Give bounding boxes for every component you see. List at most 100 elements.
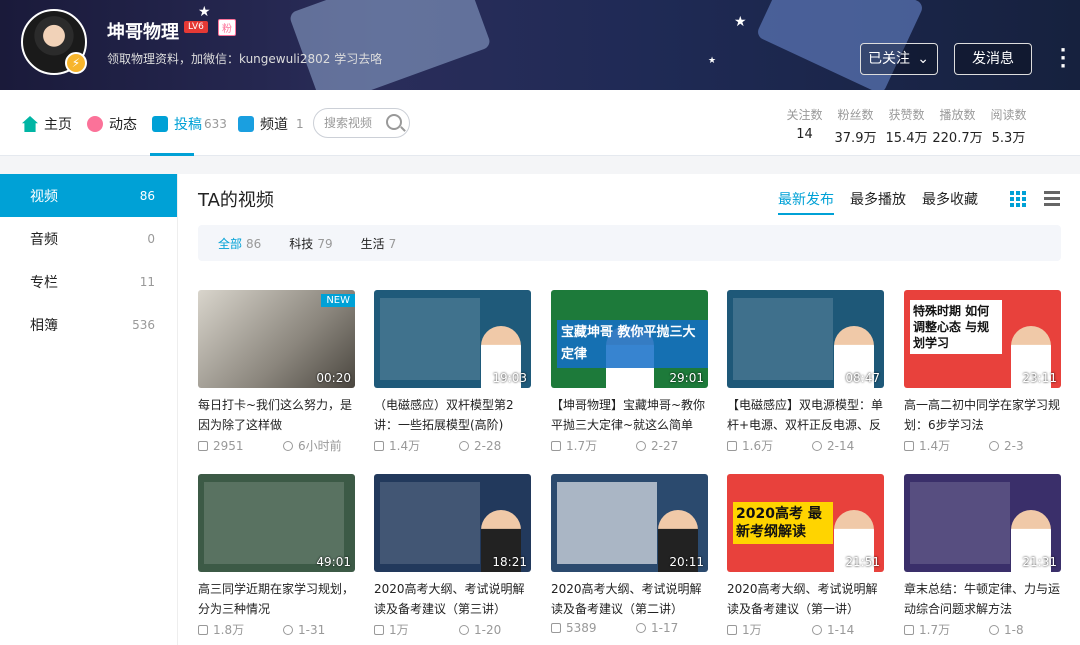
video-title[interactable]: （电磁感应）双杆模型第2讲：一些拓展模型(高阶) — [374, 395, 531, 435]
search-icon[interactable] — [386, 114, 402, 130]
video-card[interactable]: 19:03 （电磁感应）双杆模型第2讲：一些拓展模型(高阶) 1.4万 2-28 — [374, 290, 531, 454]
stat-label: 粉丝数 — [837, 108, 874, 122]
video-title[interactable]: 章末总结：牛顿定律、力与运动综合问题求解方法 — [904, 579, 1061, 619]
tab-home[interactable]: 主页 — [22, 114, 72, 134]
video-thumbnail[interactable]: 21:31 — [904, 474, 1061, 572]
clock-icon — [989, 624, 999, 635]
video-thumbnail[interactable]: 18:21 — [374, 474, 531, 572]
filter-tech[interactable]: 科技 79 — [289, 235, 332, 252]
list-view-icon[interactable] — [1044, 191, 1060, 207]
thumbnail-overlay-text: 2020高考 最新考纲解读 — [733, 502, 833, 544]
video-card[interactable]: 49:01 高三同学近期在家学习规划，分为三种情况 1.8万 1-31 — [198, 474, 355, 638]
more-menu-icon[interactable]: · · · — [1058, 42, 1068, 76]
play-count: 5389 — [566, 621, 597, 635]
filter-label: 生活 — [360, 236, 385, 251]
filter-all[interactable]: 全部 86 — [218, 235, 261, 252]
video-title[interactable]: 高一高二初中同学在家学习规划：6步学习法 — [904, 395, 1061, 435]
video-card[interactable]: 特殊时期 如何调整心态 与规划学习 23:11 高一高二初中同学在家学习规划：6… — [904, 290, 1061, 454]
new-badge: NEW — [321, 294, 355, 307]
video-card[interactable]: 08:47 【电磁感应】双电源模型：单杆+电源、双杆正反电源、反 1.6万 2-1… — [727, 290, 884, 454]
video-thumbnail[interactable]: 特殊时期 如何调整心态 与规划学习 23:11 — [904, 290, 1061, 388]
upload-date: 2-28 — [474, 438, 502, 453]
sort-most-favorited[interactable]: 最多收藏 — [922, 189, 978, 215]
play-count-icon — [727, 440, 737, 451]
chevron-down-icon: ⌄ — [917, 51, 929, 67]
clock-icon — [812, 440, 822, 451]
video-thumbnail[interactable]: 20:11 — [551, 474, 708, 572]
stat-fans[interactable]: 粉丝数 37.9万 — [830, 106, 881, 146]
video-card[interactable]: 2020高考 最新考纲解读 21:51 2020高考大纲、考试说明解读及备考建议… — [727, 474, 884, 638]
video-title[interactable]: 每日打卡~我们这么努力，是因为除了这样做 — [198, 395, 355, 435]
video-card[interactable]: NEW 00:20 每日打卡~我们这么努力，是因为除了这样做 2951 6小时前 — [198, 290, 355, 454]
sort-tabs: 最新发布 最多播放 最多收藏 — [778, 189, 978, 215]
video-title[interactable]: 2020高考大纲、考试说明解读及备考建议（第二讲） — [551, 579, 708, 619]
upload-date: 1-31 — [298, 622, 326, 637]
sort-most-played[interactable]: 最多播放 — [850, 189, 906, 215]
video-thumbnail[interactable]: 49:01 — [198, 474, 355, 572]
video-title[interactable]: 【坤哥物理】宝藏坤哥~教你平抛三大定律~就这么简单 — [551, 395, 708, 435]
tab-dynamic[interactable]: 动态 — [87, 114, 137, 134]
video-title[interactable]: 2020高考大纲、考试说明解读及备考建议（第三讲） — [374, 579, 531, 619]
video-thumbnail[interactable]: 宝藏坤哥 教你平抛三大定律 29:01 — [551, 290, 708, 388]
video-title[interactable]: 2020高考大纲、考试说明解读及备考建议（第一讲） — [727, 579, 884, 619]
play-count: 1.8万 — [213, 623, 245, 637]
play-count-icon — [198, 624, 208, 635]
video-duration: 00:20 — [316, 371, 351, 385]
search-input[interactable]: 搜索视频 — [313, 108, 410, 138]
sidebar-item-count: 536 — [132, 317, 155, 332]
video-thumbnail[interactable]: NEW 00:20 — [198, 290, 355, 388]
video-card[interactable]: 宝藏坤哥 教你平抛三大定律 29:01 【坤哥物理】宝藏坤哥~教你平抛三大定律~… — [551, 290, 708, 454]
sidebar-item-albums[interactable]: 相簿 536 — [0, 303, 177, 346]
filter-count: 79 — [317, 236, 333, 251]
video-card[interactable]: 21:31 章末总结：牛顿定律、力与运动综合问题求解方法 1.7万 1-8 — [904, 474, 1061, 638]
video-meta: 1.8万 1-31 — [198, 621, 355, 638]
sidebar-item-label: 视频 — [30, 188, 58, 205]
video-title[interactable]: 高三同学近期在家学习规划，分为三种情况 — [198, 579, 355, 619]
filter-count: 7 — [388, 236, 397, 251]
video-card[interactable]: 18:21 2020高考大纲、考试说明解读及备考建议（第三讲） 1万 1-20 — [374, 474, 531, 638]
stat-value: 5.3万 — [991, 131, 1026, 146]
star-icon: ★ — [734, 14, 747, 30]
message-button[interactable]: 发消息 — [954, 43, 1032, 75]
stat-value: 14 — [796, 127, 813, 142]
video-thumbnail[interactable]: 19:03 — [374, 290, 531, 388]
follow-label: 已关注 — [868, 51, 910, 67]
stat-following[interactable]: 关注数 14 — [779, 106, 830, 146]
play-count: 1.7万 — [919, 623, 951, 637]
video-duration: 23:11 — [1022, 371, 1057, 385]
filter-life[interactable]: 生活 7 — [361, 235, 397, 252]
username: 坤哥物理 — [107, 22, 179, 43]
stat-label: 获赞数 — [888, 108, 925, 122]
sort-latest[interactable]: 最新发布 — [778, 189, 834, 215]
stat-label: 播放数 — [939, 108, 976, 122]
video-duration: 49:01 — [316, 555, 351, 569]
stat-likes: 获赞数 15.4万 — [881, 106, 932, 146]
play-count: 1.7万 — [566, 439, 598, 453]
rocket-decoration — [288, 0, 492, 90]
follow-button[interactable]: 已关注 ⌄ — [860, 43, 938, 75]
tab-uploads-count: 633 — [204, 117, 227, 131]
play-count: 2951 — [213, 438, 244, 453]
tab-uploads[interactable]: 投稿 633 — [152, 114, 227, 134]
video-card[interactable]: 20:11 2020高考大纲、考试说明解读及备考建议（第二讲） 5389 1-17 — [551, 474, 708, 635]
whiteboard-image — [380, 482, 480, 564]
tab-channel[interactable]: 频道 1 — [238, 114, 304, 134]
sidebar-item-audio[interactable]: 音频 0 — [0, 217, 177, 260]
video-thumbnail[interactable]: 08:47 — [727, 290, 884, 388]
sidebar-item-articles[interactable]: 专栏 11 — [0, 260, 177, 303]
video-thumbnail[interactable]: 2020高考 最新考纲解读 21:51 — [727, 474, 884, 572]
stat-reads: 阅读数 5.3万 — [983, 106, 1034, 146]
video-meta: 1万 1-20 — [374, 621, 531, 638]
section-title: TA的视频 — [198, 190, 274, 211]
sidebar-item-label: 相簿 — [30, 317, 58, 334]
play-count: 1.4万 — [919, 439, 951, 453]
upload-date: 2-3 — [1004, 438, 1024, 453]
sidebar-item-video[interactable]: 视频 86 — [0, 174, 177, 217]
grid-view-icon[interactable] — [1010, 191, 1026, 207]
video-duration: 20:11 — [669, 555, 704, 569]
clock-icon — [989, 440, 999, 451]
play-count: 1万 — [742, 623, 762, 637]
video-title[interactable]: 【电磁感应】双电源模型：单杆+电源、双杆正反电源、反 — [727, 395, 884, 435]
play-count-icon — [551, 440, 561, 451]
play-count-icon — [198, 440, 208, 451]
